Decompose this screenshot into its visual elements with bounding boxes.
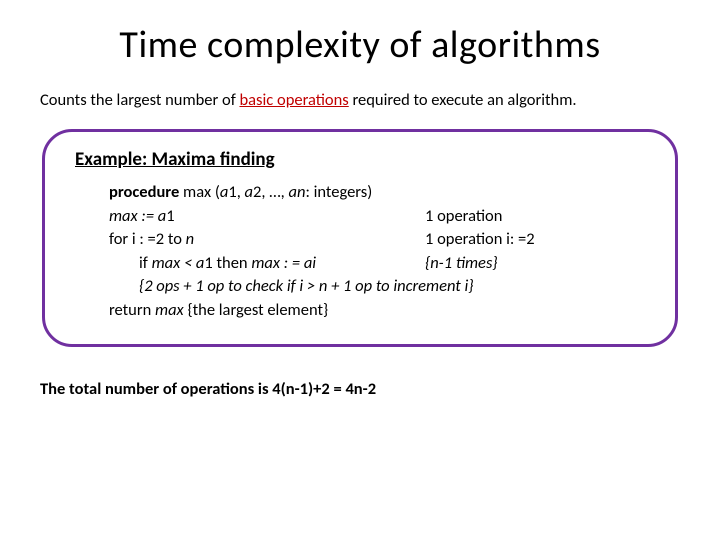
subtitle: Counts the largest number of basic opera… xyxy=(40,90,680,111)
subtitle-highlight: basic operations xyxy=(239,90,348,110)
op-count-2: 1 operation i: =2 xyxy=(425,228,535,251)
t: {the largest element} xyxy=(187,300,328,320)
op-count-1: 1 operation xyxy=(425,205,502,228)
kw-procedure: procedure xyxy=(109,182,179,202)
t: : integers) xyxy=(305,182,372,202)
example-box: Example: Maxima finding procedure max ( a… xyxy=(42,129,678,347)
t: max < a xyxy=(152,253,205,273)
code-line-6: return max {the largest element} xyxy=(109,299,651,322)
t: max := a xyxy=(109,206,166,226)
conclusion: The total number of operations is 4(n-1)… xyxy=(40,379,680,399)
t: return xyxy=(109,300,155,320)
t: for i : =2 to xyxy=(109,229,186,249)
t: 1 then xyxy=(204,253,251,273)
t: 2, …, xyxy=(253,182,288,202)
code-line-3: for i : =2 to n 1 operation i: =2 xyxy=(109,228,651,251)
t: max xyxy=(155,300,187,320)
t: n xyxy=(186,229,194,249)
code-line-1: procedure max (a1, a2, …, an: integers) xyxy=(109,181,651,204)
subtitle-post: required to execute an algorithm. xyxy=(349,90,577,110)
code-line-5: {2 ops + 1 op to check if i > n + 1 op t… xyxy=(109,275,651,298)
code-line-2: max := a1 1 operation xyxy=(109,205,651,228)
t: max : = ai xyxy=(251,253,316,273)
t: a xyxy=(245,182,253,202)
code-line-4: if max < a1 then max : = ai {n-1 times} xyxy=(109,252,651,275)
page-title: Time complexity of algorithms xyxy=(40,22,680,68)
subtitle-pre: Counts the largest number of xyxy=(40,90,239,110)
t: an xyxy=(288,182,305,202)
t: 1 xyxy=(166,206,174,226)
t: max ( xyxy=(179,182,220,202)
t: if xyxy=(139,253,152,273)
code-block: procedure max (a1, a2, …, an: integers) … xyxy=(109,181,651,322)
t: 1, xyxy=(228,182,244,202)
example-heading: Example: Maxima finding xyxy=(75,148,651,171)
op-count-3: {n-1 times} xyxy=(425,252,498,275)
